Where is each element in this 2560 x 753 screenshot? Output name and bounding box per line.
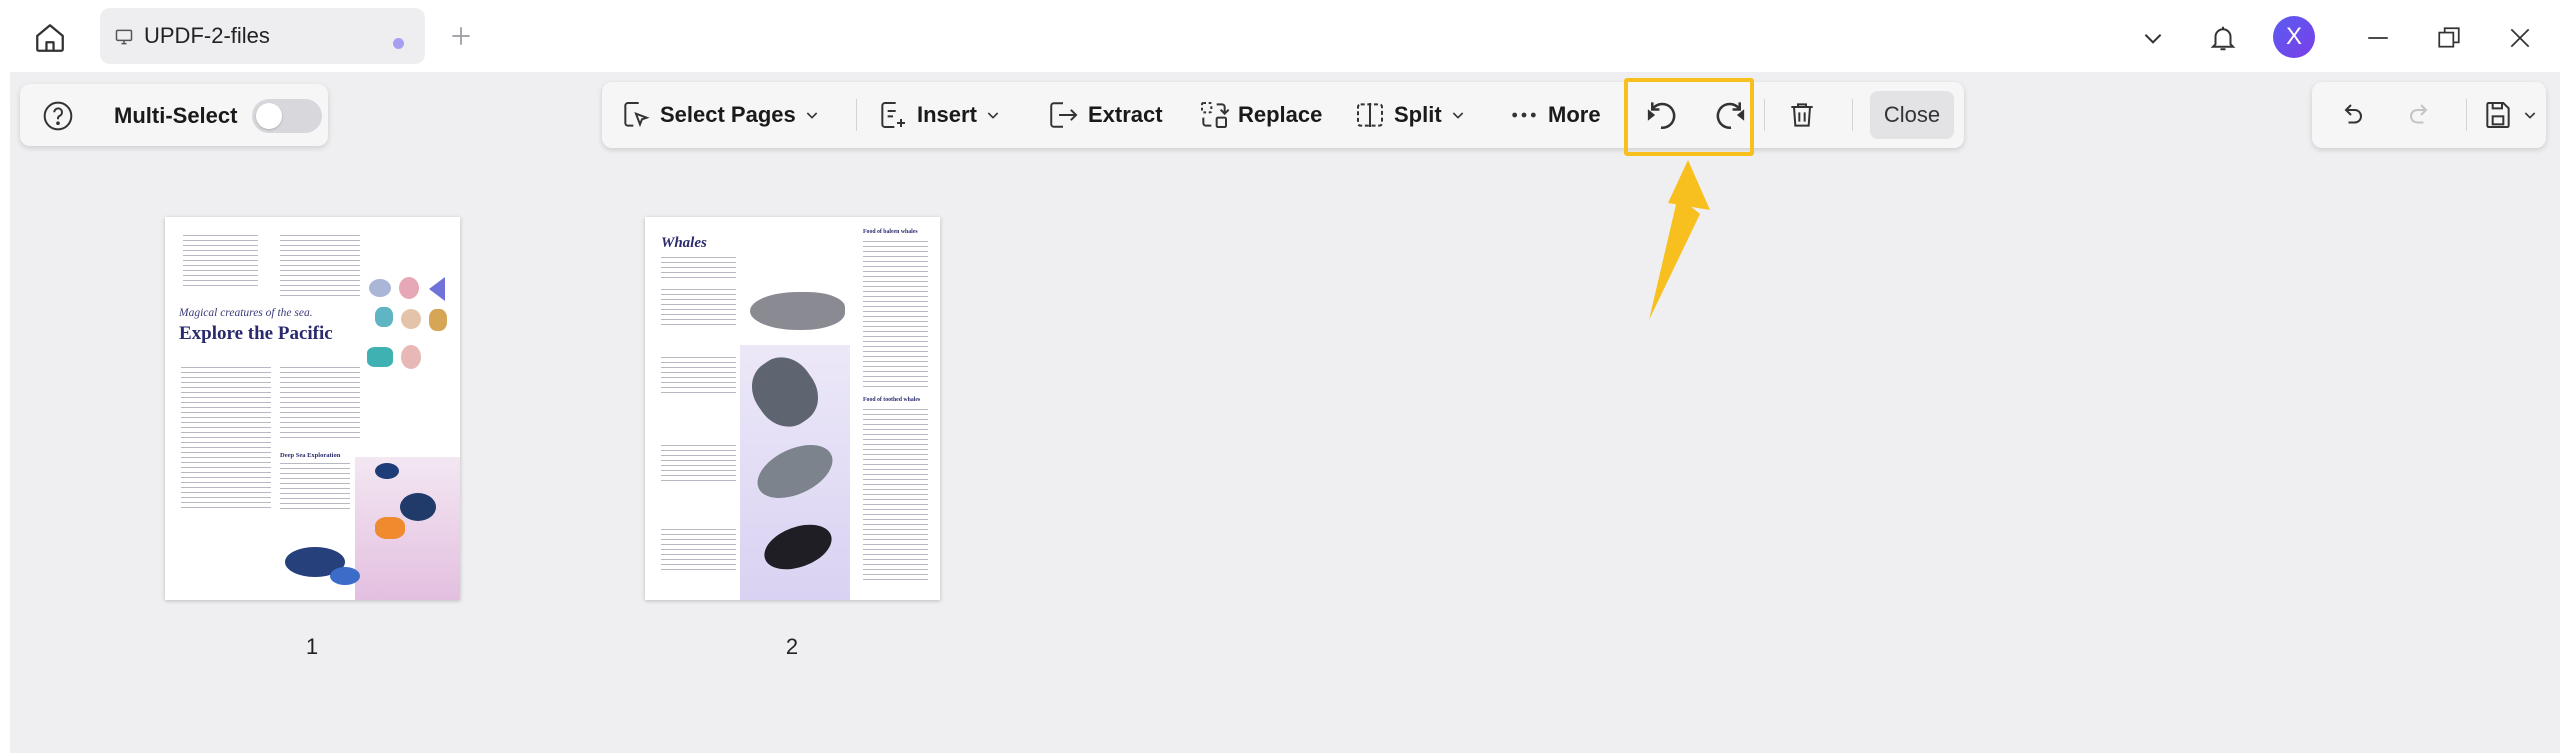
redo-icon: [2410, 104, 2428, 124]
page-thumbnail-1[interactable]: Magical creatures of the sea. Explore th…: [165, 217, 460, 600]
toggle-knob: [256, 103, 282, 129]
save-button[interactable]: [2482, 82, 2538, 148]
toolbar-divider: [2466, 99, 2467, 131]
page-thumbnail-2[interactable]: Whales Food of baleen whales Food of too…: [645, 217, 940, 600]
more-button[interactable]: More: [1508, 82, 1601, 148]
close-button[interactable]: Close: [1870, 91, 1954, 139]
help-icon[interactable]: [42, 100, 74, 132]
restore-button[interactable]: [2429, 18, 2469, 58]
more-label: More: [1548, 102, 1601, 127]
replace-icon: [1201, 102, 1230, 128]
coral-illustration: [355, 457, 460, 600]
page1-section-title: Deep Sea Exploration: [280, 452, 341, 459]
title-bar: UPDF-2-files X: [0, 0, 2560, 72]
chevron-down-icon: [806, 112, 817, 119]
replace-button[interactable]: Replace: [1198, 82, 1322, 148]
insert-label: Insert: [917, 102, 977, 127]
chevron-down-icon: [2524, 112, 2536, 119]
page-toolbar: Select Pages Insert Extract Replace Spli…: [602, 78, 1964, 156]
text-block: [863, 241, 928, 391]
page1-subtitle: Magical creatures of the sea.: [179, 307, 313, 319]
delete-button[interactable]: [1786, 82, 1818, 148]
text-block: [183, 235, 258, 290]
multi-select-panel: Multi-Select: [20, 84, 328, 146]
trash-icon: [1791, 103, 1813, 127]
page-number-1: 1: [305, 634, 319, 659]
home-button[interactable]: [30, 18, 70, 58]
close-window-button[interactable]: [2500, 18, 2540, 58]
page2-section-b: Food of toothed whales: [863, 397, 921, 403]
text-block: [181, 367, 271, 512]
undo-button[interactable]: [2336, 82, 2366, 148]
rotate-highlight-box: [1624, 78, 1754, 156]
home-icon: [36, 24, 64, 52]
page2-section-a: Food of baleen whales: [863, 229, 918, 235]
history-panel: [2312, 82, 2546, 148]
minimize-icon: [2368, 37, 2388, 39]
text-block: [280, 367, 360, 442]
fish-illustration: [330, 567, 360, 585]
page2-title: Whales: [661, 235, 707, 251]
replace-label: Replace: [1238, 102, 1323, 127]
tabs-dropdown-button[interactable]: [2133, 18, 2173, 58]
extract-button[interactable]: Extract: [1046, 82, 1163, 148]
restore-icon: [2438, 27, 2460, 48]
insert-icon: [881, 102, 905, 128]
select-pages-label: Select Pages: [660, 102, 796, 127]
text-block: [280, 235, 360, 300]
chevron-down-icon: [2144, 34, 2162, 44]
multi-select-label: Multi-Select: [114, 103, 238, 128]
select-pages-icon: [624, 102, 650, 128]
user-avatar[interactable]: X: [2273, 16, 2315, 58]
page-number-2: 2: [785, 634, 799, 659]
bell-icon: [2210, 26, 2236, 51]
new-tab-button[interactable]: [445, 20, 477, 52]
tab-title: UPDF-2-files: [144, 23, 270, 48]
more-icon: [1512, 112, 1536, 118]
save-icon: [2486, 102, 2510, 128]
plus-icon: [452, 27, 470, 45]
split-icon: [1357, 103, 1383, 127]
select-pages-button[interactable]: Select Pages: [620, 82, 820, 148]
minimize-button[interactable]: [2358, 18, 2398, 58]
split-label: Split: [1394, 102, 1442, 127]
unsaved-dot: [393, 38, 404, 49]
monitor-icon: [115, 29, 133, 45]
chevron-down-icon: [987, 112, 999, 119]
split-button[interactable]: Split: [1354, 82, 1466, 148]
undo-icon: [2344, 104, 2362, 124]
close-icon: [2510, 28, 2530, 48]
notifications-button[interactable]: [2203, 18, 2243, 58]
text-block: [661, 257, 736, 282]
text-block: [661, 445, 736, 485]
text-block: [280, 463, 350, 513]
multi-select-toggle[interactable]: [252, 99, 322, 133]
text-block: [661, 357, 736, 397]
text-block: [661, 529, 736, 574]
page1-title: Explore the Pacific: [179, 323, 333, 344]
toolbar-divider: [856, 99, 857, 131]
insert-button[interactable]: Insert: [877, 82, 1001, 148]
whale-illustration: [750, 292, 845, 330]
extract-label: Extract: [1088, 102, 1163, 127]
workspace: Multi-Select Select Pages Insert Extract: [10, 72, 2560, 753]
toolbar-divider: [1852, 99, 1853, 131]
text-block: [863, 409, 928, 584]
document-tab[interactable]: UPDF-2-files: [100, 8, 425, 64]
redo-button[interactable]: [2406, 82, 2436, 148]
extract-icon: [1050, 102, 1078, 128]
sea-creatures-illustration: [365, 275, 457, 385]
text-block: [661, 289, 736, 329]
chevron-down-icon: [1452, 112, 1463, 119]
toolbar-divider: [1764, 99, 1765, 131]
